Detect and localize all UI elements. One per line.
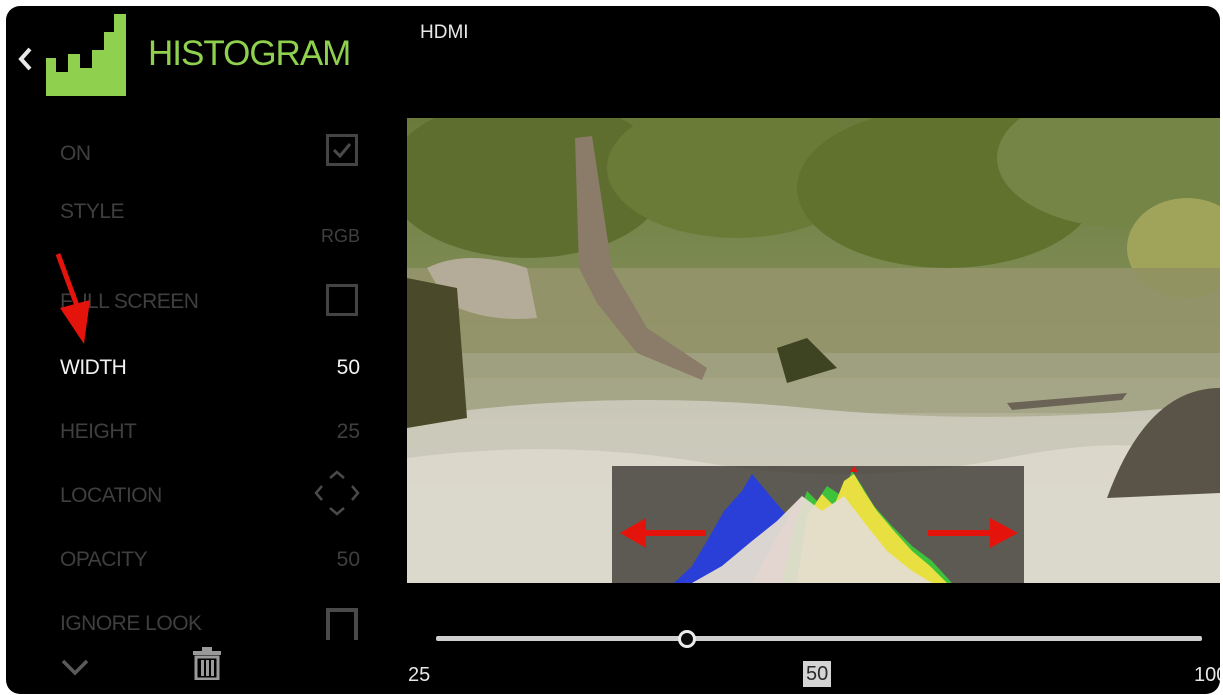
height-value: 25 xyxy=(336,420,360,443)
trash-icon[interactable] xyxy=(192,646,222,680)
menu-item-on[interactable]: ON xyxy=(60,134,360,174)
ignore-look-checkbox[interactable] xyxy=(326,608,358,640)
full-screen-checkbox[interactable] xyxy=(326,284,358,316)
page-title: HISTOGRAM xyxy=(148,34,351,73)
chevron-left-icon[interactable] xyxy=(18,46,34,72)
source-label: HDMI xyxy=(420,22,469,43)
style-value: RGB xyxy=(320,226,360,246)
annotation-arrow-icon xyxy=(55,253,90,344)
width-slider-track[interactable] xyxy=(436,636,1202,641)
slider-current-value: 50 xyxy=(803,661,832,687)
slider-max-label: 100 xyxy=(1194,664,1220,686)
menu-item-label: STYLE xyxy=(60,200,125,223)
menu-item-label: WIDTH xyxy=(60,356,127,379)
slider-min-label: 25 xyxy=(408,664,431,686)
location-diamond-icon[interactable] xyxy=(314,470,360,516)
arrow-left-icon xyxy=(620,518,706,548)
menu-item-label: IGNORE LOOK xyxy=(60,612,202,635)
menu-item-label: HEIGHT xyxy=(60,420,137,443)
histogram-bars-icon xyxy=(46,14,126,96)
video-preview xyxy=(407,118,1220,583)
menu-item-label: OPACITY xyxy=(60,548,148,571)
menu-item-height[interactable]: HEIGHT 25 xyxy=(60,412,360,452)
menu-item-ignore-look[interactable]: IGNORE LOOK xyxy=(60,604,360,644)
arrow-right-icon xyxy=(928,518,1018,548)
menu-item-label: LOCATION xyxy=(60,484,162,507)
menu-item-full-screen[interactable]: FULL SCREEN xyxy=(60,282,360,322)
menu-item-style[interactable]: STYLE RGB xyxy=(60,192,360,246)
checkmark-icon xyxy=(332,143,352,159)
menu-item-location[interactable]: LOCATION xyxy=(60,470,360,516)
menu-item-label: ON xyxy=(60,142,91,165)
width-slider-thumb[interactable] xyxy=(678,630,696,648)
menu-item-opacity[interactable]: OPACITY 50 xyxy=(60,540,360,580)
opacity-value: 50 xyxy=(336,548,360,571)
histogram-overlay xyxy=(612,466,1024,583)
device-screen: HISTOGRAM HDMI ON STYLE RGB FULL SCREEN … xyxy=(6,6,1220,694)
on-checkbox[interactable] xyxy=(326,134,358,166)
menu-item-width[interactable]: WIDTH 50 xyxy=(60,348,360,388)
width-value: 50 xyxy=(336,356,360,379)
chevron-down-icon[interactable] xyxy=(60,656,90,678)
